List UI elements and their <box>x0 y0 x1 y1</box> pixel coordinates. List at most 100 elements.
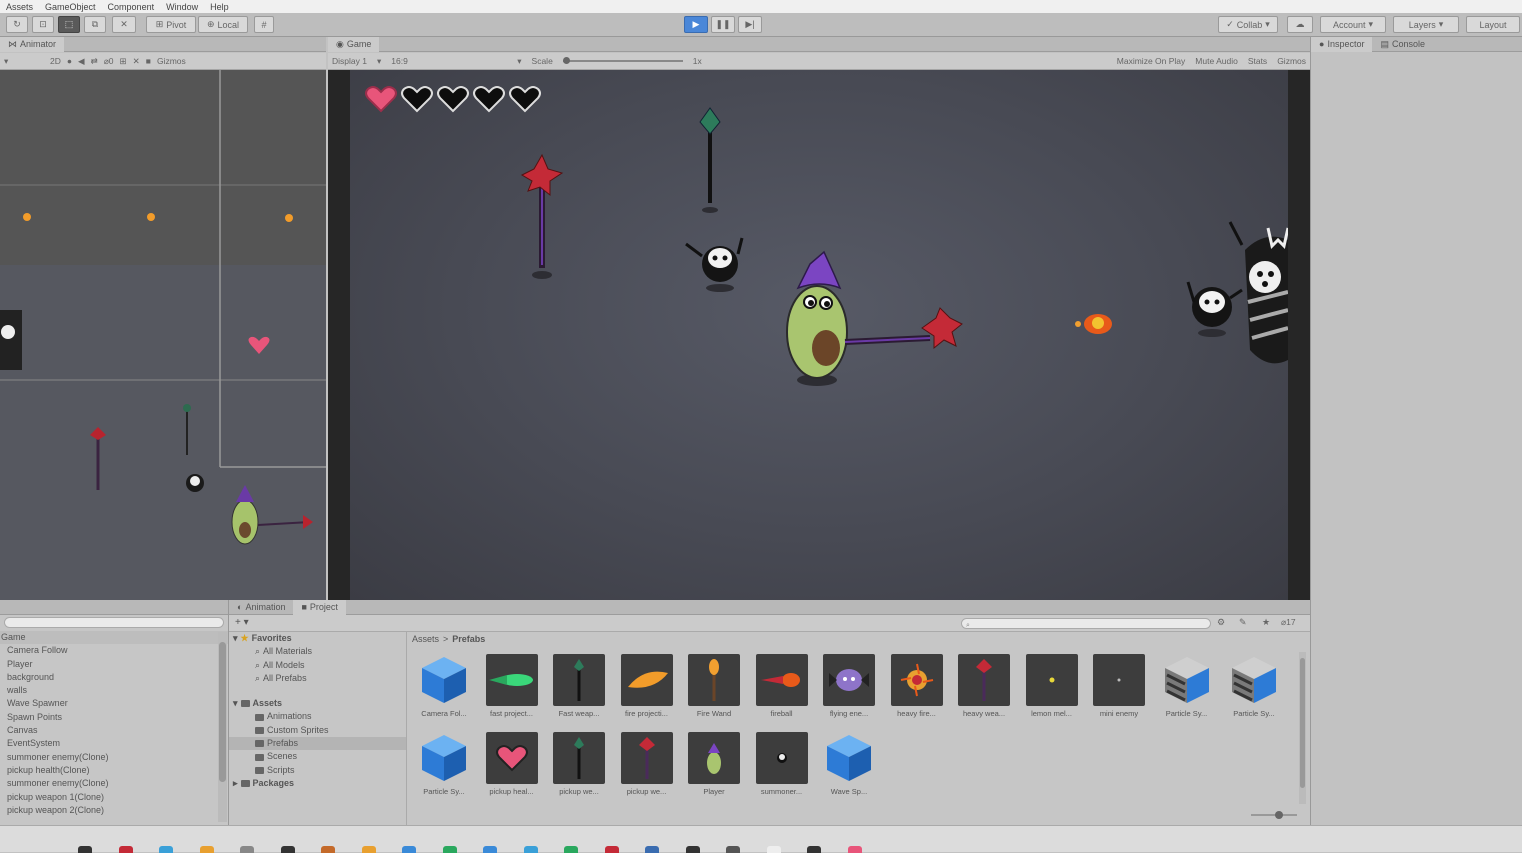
light-icon[interactable]: ● <box>67 56 72 66</box>
spawn-point-marker[interactable] <box>23 213 31 221</box>
asset-item[interactable]: Wave Sp... <box>818 732 880 796</box>
breadcrumb-assets[interactable]: Assets <box>412 634 439 644</box>
audio-icon[interactable]: ◀ <box>78 56 85 67</box>
transform-tool-button[interactable]: ⧉ <box>84 16 106 33</box>
folder-animations[interactable]: Animations <box>229 710 406 723</box>
fireball-projectile-sprite[interactable] <box>1075 314 1112 334</box>
asset-item[interactable]: summoner... <box>751 732 813 796</box>
hierarchy-item[interactable]: Camera Follow <box>0 644 228 657</box>
pivot-button[interactable]: ⊞ Pivot <box>146 16 196 33</box>
collab-button[interactable]: ✓ Collab ▾ <box>1218 16 1278 33</box>
mini-enemy-sprite[interactable] <box>1186 281 1243 337</box>
hierarchy-scrollbar[interactable] <box>218 632 227 822</box>
aspect-dropdown[interactable]: 16:9 <box>391 56 507 66</box>
project-search-input[interactable]: ⌕ <box>961 618 1211 629</box>
asset-item[interactable]: fireball <box>751 654 813 718</box>
play-button[interactable]: ▶ <box>684 16 708 33</box>
hierarchy-item[interactable]: pickup weapon 1(Clone) <box>0 791 228 804</box>
asset-item[interactable]: Fast weap... <box>548 654 610 718</box>
game-view[interactable] <box>328 70 1310 600</box>
hierarchy-item[interactable]: Player <box>0 658 228 671</box>
hierarchy-search-input[interactable] <box>4 617 224 628</box>
spawn-point-marker[interactable] <box>285 214 293 222</box>
favorite-item[interactable]: ⌕ All Materials <box>229 645 406 658</box>
hierarchy-item[interactable]: pickup weapon 2(Clone) <box>0 804 228 817</box>
tab-inspector[interactable]: ● Inspector <box>1311 36 1373 52</box>
hand-tool-button[interactable]: ↻ <box>6 16 28 33</box>
move-tool-button[interactable]: ⊡ <box>32 16 54 33</box>
tab-game[interactable]: ◉ Game <box>328 36 380 52</box>
shading-dropdown[interactable]: ▾ <box>4 56 44 67</box>
custom-tool-button[interactable]: ✕ <box>112 16 136 33</box>
folder-custom-sprites[interactable]: Custom Sprites <box>229 724 406 737</box>
breadcrumb-prefabs[interactable]: Prefabs <box>452 634 485 644</box>
weapon-pickup-red-sprite[interactable] <box>520 153 564 279</box>
hierarchy-scene-root[interactable]: Game <box>0 631 228 645</box>
asset-item[interactable]: pickup we... <box>616 732 678 796</box>
mini-enemy-sprite[interactable] <box>685 237 744 292</box>
stats-toggle[interactable]: Stats <box>1248 56 1267 66</box>
mute-audio-toggle[interactable]: Mute Audio <box>1195 56 1238 66</box>
asset-item[interactable]: Player <box>683 732 745 796</box>
asset-item[interactable]: fire projecti... <box>616 654 678 718</box>
asset-item[interactable]: pickup heal... <box>481 732 543 796</box>
weapon-pickup-green-sprite[interactable] <box>699 107 721 213</box>
hierarchy-item[interactable]: background <box>0 671 228 684</box>
asset-item[interactable]: Fire Wand <box>683 654 745 718</box>
asset-item[interactable]: Particle Sy... <box>1223 654 1285 718</box>
asset-item[interactable]: heavy fire... <box>886 654 948 718</box>
asset-grid-scrollbar[interactable] <box>1299 652 1306 804</box>
scrollbar-thumb[interactable] <box>1300 658 1305 788</box>
hidden-objects-icon[interactable]: ⌀0 <box>104 56 114 67</box>
assets-group[interactable]: ▾ Assets <box>229 697 406 710</box>
filter-label-icon[interactable]: ✎ <box>1239 617 1247 628</box>
packages-group[interactable]: ▸ Packages <box>229 777 406 790</box>
tab-animator[interactable]: ⋈ Animator <box>0 36 65 52</box>
tab-animation[interactable]: ◐ Animation <box>229 600 293 615</box>
menu-assets[interactable]: Assets <box>6 2 33 12</box>
grid-snap-button[interactable]: # <box>254 16 274 33</box>
layers-dropdown[interactable]: Layers ▾ <box>1393 16 1459 33</box>
hidden-packages-toggle[interactable]: ⌀17 <box>1281 617 1296 628</box>
tools-icon[interactable]: ✕ <box>133 56 140 67</box>
effects-icon[interactable]: ⇄ <box>91 56 98 67</box>
display-dropdown[interactable]: Display 1 <box>332 56 367 66</box>
local-button[interactable]: ⊕ Local <box>198 16 248 33</box>
slider-handle[interactable] <box>1275 811 1283 819</box>
scrollbar-thumb[interactable] <box>219 642 226 782</box>
slider-handle[interactable] <box>562 57 570 64</box>
spawn-point-marker[interactable] <box>147 213 155 221</box>
camera-icon[interactable]: ■ <box>146 56 151 66</box>
scene-view[interactable] <box>0 70 326 600</box>
hierarchy-item[interactable]: pickup health(Clone) <box>0 764 228 777</box>
rect-tool-button[interactable]: ⬚ <box>58 16 80 33</box>
maximize-on-play-toggle[interactable]: Maximize On Play <box>1117 56 1186 66</box>
asset-item[interactable]: fast project... <box>481 654 543 718</box>
asset-item[interactable]: heavy wea... <box>953 654 1015 718</box>
menu-help[interactable]: Help <box>210 2 229 12</box>
2d-toggle[interactable]: 2D <box>50 56 61 66</box>
folder-scenes[interactable]: Scenes <box>229 750 406 763</box>
tab-project[interactable]: ■ Project <box>293 599 346 615</box>
hierarchy-item[interactable]: EventSystem <box>0 737 228 750</box>
cloud-button[interactable]: ☁ <box>1287 16 1313 33</box>
pause-button[interactable]: ❚❚ <box>711 16 735 33</box>
filter-type-icon[interactable]: ⚙ <box>1217 617 1225 628</box>
layout-dropdown[interactable]: Layout <box>1466 16 1520 33</box>
asset-item[interactable]: Particle Sy... <box>413 732 475 796</box>
asset-item[interactable]: pickup we... <box>548 732 610 796</box>
folder-scripts[interactable]: Scripts <box>229 764 406 777</box>
player-avocado-sprite[interactable] <box>786 250 963 386</box>
asset-item[interactable]: Particle Sy... <box>1156 654 1218 718</box>
step-button[interactable]: ▶| <box>738 16 762 33</box>
create-dropdown[interactable]: + ▾ <box>235 617 249 628</box>
gizmos-dropdown[interactable]: Gizmos <box>1277 56 1306 66</box>
asset-item[interactable]: flying ene... <box>818 654 880 718</box>
asset-item[interactable]: mini enemy <box>1088 654 1150 718</box>
asset-item[interactable]: Camera Fol... <box>413 654 475 718</box>
favorite-item[interactable]: ⌕ All Models <box>229 659 406 672</box>
summoner-enemy-sprite[interactable] <box>0 310 22 370</box>
scale-slider[interactable] <box>562 57 683 64</box>
folder-prefabs[interactable]: Prefabs <box>229 737 406 751</box>
menu-gameobject[interactable]: GameObject <box>45 2 96 12</box>
